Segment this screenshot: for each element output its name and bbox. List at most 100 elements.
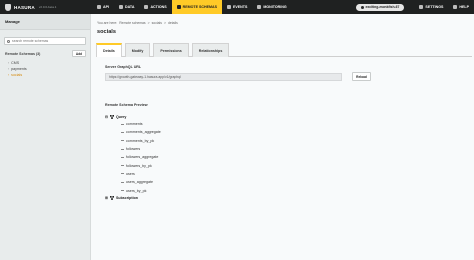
brand-name: HASURA xyxy=(14,4,35,10)
breadcrumb-separator: > xyxy=(163,21,166,25)
tree-connector xyxy=(121,140,124,142)
server-url-label: Server GraphQL URL xyxy=(105,65,142,69)
nav-monitoring-label: MONITORING xyxy=(263,5,287,9)
monitor-icon xyxy=(257,5,262,9)
tab-modify[interactable]: Modify xyxy=(124,43,151,57)
nav-monitoring[interactable]: MONITORING xyxy=(252,0,291,14)
nav-events-label: EVENTS xyxy=(232,5,248,9)
tab-details[interactable]: Details xyxy=(96,43,122,57)
nav-right-group: exciting-monkfish-67 SETTINGS HELP xyxy=(355,0,474,14)
manage-header[interactable]: Manage xyxy=(0,14,90,30)
tree-connector xyxy=(121,165,124,167)
schema-list: › CMS › payments › socials xyxy=(8,60,90,78)
project-name: exciting-monkfish-67 xyxy=(365,5,400,9)
tree-field[interactable]: comments_by_pk xyxy=(121,137,161,145)
main-content: You are here: Remote schemas > socials >… xyxy=(92,14,474,260)
nav-events[interactable]: EVENTS xyxy=(222,0,252,14)
breadcrumb-prefix: You are here: xyxy=(97,21,118,25)
field-label: comments xyxy=(126,122,143,127)
tab-permissions[interactable]: Permissions xyxy=(153,43,189,57)
settings-icon xyxy=(419,5,424,9)
field-label: comments_by_pk xyxy=(126,138,155,143)
page-title: socials xyxy=(97,29,116,35)
server-url-field: https://growth-gateway-1.hasura.app/v1/g… xyxy=(105,73,342,81)
cog-icon xyxy=(144,5,149,9)
search-input[interactable] xyxy=(12,39,82,43)
nav-data-label: DATA xyxy=(125,5,135,9)
tree-connector xyxy=(121,173,124,175)
cloud-icon xyxy=(226,5,231,9)
reload-button[interactable]: Reload xyxy=(352,72,371,81)
tree-field[interactable]: users_aggregate xyxy=(121,178,161,186)
nav-data[interactable]: DATA xyxy=(114,0,139,14)
sidebar: Manage Remote Schemas (3) Add ›CMS ›paym… xyxy=(0,14,91,260)
tree-field[interactable]: comments xyxy=(121,120,161,128)
flask-icon xyxy=(97,5,101,9)
field-label: followers_by_pk xyxy=(126,163,152,168)
breadcrumb-details: details xyxy=(167,21,178,25)
chevron-right-icon: › xyxy=(8,67,10,71)
tree-field[interactable]: users_by_pk xyxy=(121,186,161,194)
database-icon xyxy=(119,5,123,9)
query-label: Query xyxy=(116,115,127,119)
tree-connector xyxy=(121,156,124,158)
help-icon xyxy=(453,5,458,9)
schema-preview-label: Remote Schema Preview xyxy=(105,103,148,107)
subscription-node[interactable]: ⊞ Subscription xyxy=(105,195,161,201)
schema-item-label: socials xyxy=(11,73,23,77)
field-label: followers xyxy=(126,147,141,152)
search-box xyxy=(4,37,86,45)
nav-remote-schemas-label: REMOTE SCHEMAS xyxy=(182,5,217,9)
tree-connector xyxy=(121,148,124,150)
schema-tree: ⊟ Query comments comments_aggregate comm… xyxy=(105,114,161,201)
tree-connector xyxy=(121,190,124,192)
tree-field[interactable]: users xyxy=(121,170,161,178)
tree-field[interactable]: followers_by_pk xyxy=(121,161,161,169)
tree-field[interactable]: followers_aggregate xyxy=(121,153,161,161)
nav-api-label: API xyxy=(103,5,109,9)
nav-actions-label: ACTIONS xyxy=(150,5,167,9)
schemas-count-title: Remote Schemas (3) xyxy=(5,51,41,56)
tree-connector xyxy=(121,131,124,133)
field-label: followers_aggregate xyxy=(126,155,159,160)
version-label: v2.0.0-beta.1 xyxy=(38,5,57,9)
tab-relationships[interactable]: Relationships xyxy=(191,43,230,57)
nav-api[interactable]: API xyxy=(92,0,114,14)
query-fields-list: comments comments_aggregate comments_by_… xyxy=(121,120,161,195)
tree-connector xyxy=(121,123,124,125)
nav-help-label: HELP xyxy=(459,5,469,9)
chevron-right-icon: › xyxy=(8,61,10,65)
hasura-logo[interactable]: HASURA v2.0.0-beta.1 xyxy=(0,0,92,14)
breadcrumb-separator: > xyxy=(147,21,150,25)
tree-field[interactable]: comments_aggregate xyxy=(121,128,161,136)
nav-remote-schemas[interactable]: REMOTE SCHEMAS xyxy=(171,0,222,14)
schema-item-label: payments xyxy=(11,67,27,71)
nav-settings[interactable]: SETTINGS xyxy=(414,0,448,14)
breadcrumb: You are here: Remote schemas > socials >… xyxy=(97,21,180,25)
field-label: users xyxy=(126,171,135,176)
node-type-icon xyxy=(110,195,114,200)
project-icon xyxy=(360,5,364,9)
schema-item-label: CMS xyxy=(11,61,20,65)
breadcrumb-remote-schemas[interactable]: Remote schemas xyxy=(119,21,145,25)
plug-icon xyxy=(176,5,181,9)
field-label: users_aggregate xyxy=(126,180,153,185)
tree-connector xyxy=(121,181,124,183)
field-label: comments_aggregate xyxy=(126,130,161,135)
nav-help[interactable]: HELP xyxy=(448,0,474,14)
tree-field[interactable]: followers xyxy=(121,145,161,153)
subscription-label: Subscription xyxy=(116,195,138,200)
chevron-right-icon: › xyxy=(8,73,10,77)
add-schema-button[interactable]: Add xyxy=(72,50,86,57)
schema-item-socials[interactable]: › socials xyxy=(8,72,90,78)
tab-bar: Details Modify Permissions Relationships xyxy=(96,43,472,57)
hasura-shield-icon xyxy=(5,3,11,11)
search-icon xyxy=(7,39,10,43)
nav-actions[interactable]: ACTIONS xyxy=(139,0,171,14)
project-selector[interactable]: exciting-monkfish-67 xyxy=(355,3,405,11)
schemas-header: Remote Schemas (3) Add xyxy=(5,50,86,57)
top-navigation: HASURA v2.0.0-beta.1 API DATA ACTIONS RE… xyxy=(0,0,474,14)
breadcrumb-socials[interactable]: socials xyxy=(152,21,162,25)
node-type-icon xyxy=(110,115,114,119)
field-label: users_by_pk xyxy=(126,188,147,193)
